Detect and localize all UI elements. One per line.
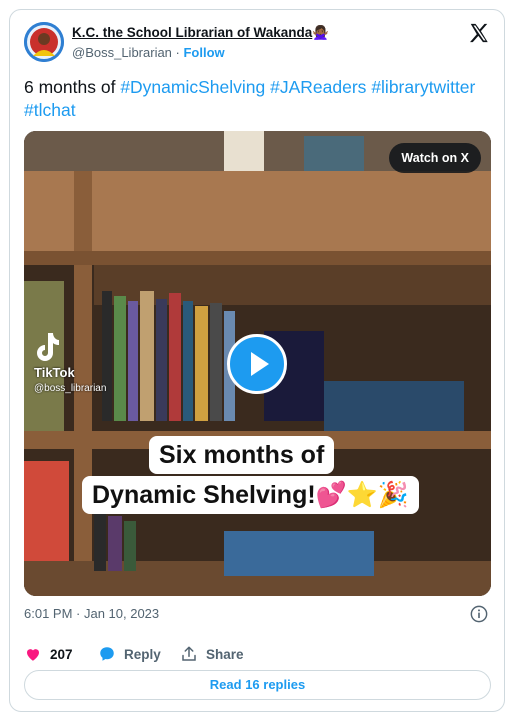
- tiktok-label: TikTok: [34, 365, 75, 380]
- handle-separator: ·: [171, 45, 184, 60]
- tiktok-username: @boss_librarian: [34, 383, 107, 394]
- read-replies-button[interactable]: Read 16 replies: [24, 670, 491, 700]
- share-label: Share: [206, 646, 244, 662]
- author-handle[interactable]: @Boss_Librarian: [72, 45, 172, 60]
- watch-on-x-button[interactable]: Watch on X: [389, 143, 481, 173]
- reply-label: Reply: [124, 646, 161, 662]
- author-display-name[interactable]: K.C. the School Librarian of Wakanda: [72, 25, 312, 40]
- hashtag-link[interactable]: #JAReaders: [270, 77, 366, 97]
- reply-button[interactable]: Reply: [98, 642, 161, 666]
- tweet-actions-bar: 207 Reply Share: [24, 642, 494, 666]
- hashtag-link[interactable]: #tlchat: [24, 100, 76, 120]
- share-icon: [182, 646, 196, 661]
- x-logo-icon[interactable]: [468, 22, 490, 44]
- like-button[interactable]: 207: [24, 642, 73, 666]
- tweet-text-lead: 6 months of: [24, 77, 121, 97]
- tweet-timestamp[interactable]: 6:01 PM · Jan 10, 2023: [24, 606, 159, 621]
- info-icon[interactable]: [470, 605, 488, 623]
- video-caption-line-1: Six months of: [149, 436, 335, 474]
- hashtag-link[interactable]: #librarytwitter: [371, 77, 475, 97]
- author-name-emoji: 🙅🏾‍♀️: [312, 25, 330, 40]
- play-icon: [251, 352, 269, 376]
- follow-link[interactable]: Follow: [183, 45, 224, 60]
- tiktok-watermark: TikTok @boss_librarian: [34, 331, 106, 394]
- play-button[interactable]: [227, 334, 287, 394]
- avatar[interactable]: [24, 22, 64, 62]
- author-name-line[interactable]: K.C. the School Librarian of Wakanda🙅🏾‍♀…: [72, 25, 329, 41]
- tiktok-icon: [37, 333, 59, 361]
- hashtag-link[interactable]: #DynamicShelving: [120, 77, 265, 97]
- heart-icon: [27, 649, 39, 661]
- video-media[interactable]: Watch on X TikTok @boss_librarian Six mo…: [24, 131, 491, 596]
- author-handle-line: @Boss_Librarian · Follow: [72, 45, 225, 60]
- reply-bubble-icon: [100, 647, 114, 661]
- tweet-card: K.C. the School Librarian of Wakanda🙅🏾‍♀…: [9, 9, 505, 712]
- tweet-text: 6 months of #DynamicShelving #JAReaders …: [24, 76, 494, 122]
- share-button[interactable]: Share: [180, 642, 244, 666]
- like-count: 207: [50, 646, 73, 662]
- video-caption-line-2: Dynamic Shelving!💕⭐🎉: [82, 476, 420, 514]
